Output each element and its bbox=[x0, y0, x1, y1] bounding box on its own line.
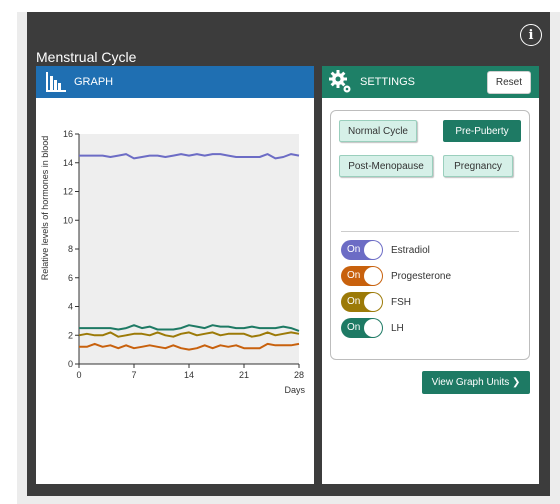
y-tick-label: 0 bbox=[68, 359, 73, 369]
bar-chart-icon bbox=[46, 72, 66, 92]
toggle-knob bbox=[364, 319, 382, 337]
settings-header-label: SETTINGS bbox=[360, 76, 416, 88]
y-tick-label: 10 bbox=[63, 215, 73, 225]
graph-panel: GRAPH 0 2 4 6 8 10 12 14 16 0 7 14 21 28 Days Relative … bbox=[36, 66, 314, 484]
y-tick-label: 8 bbox=[68, 244, 73, 254]
estradiol-label: Estradiol bbox=[391, 244, 430, 256]
toggle-state: On bbox=[347, 296, 361, 307]
settings-header: SETTINGS Reset bbox=[322, 66, 539, 98]
reset-button[interactable]: Reset bbox=[486, 71, 531, 94]
toggle-state: On bbox=[347, 270, 361, 281]
x-tick-label: 14 bbox=[184, 370, 194, 380]
toggle-state: On bbox=[347, 244, 361, 255]
pre-puberty-button[interactable]: Pre-Puberty bbox=[443, 120, 521, 142]
progesterone-toggle[interactable]: On bbox=[341, 266, 383, 286]
post-menopause-button[interactable]: Post-Menopause bbox=[339, 155, 433, 177]
graph-header-label: GRAPH bbox=[74, 76, 114, 88]
toggle-knob bbox=[364, 267, 382, 285]
estradiol-toggle[interactable]: On bbox=[341, 240, 383, 260]
pregnancy-button[interactable]: Pregnancy bbox=[443, 155, 513, 177]
hormone-chart: 0 2 4 6 8 10 12 14 16 0 7 14 21 28 Days Relative levels… bbox=[40, 129, 305, 395]
progesterone-label: Progesterone bbox=[391, 270, 452, 282]
plot-area bbox=[79, 134, 299, 364]
fsh-toggle[interactable]: On bbox=[341, 292, 383, 312]
settings-panel: SETTINGS Reset Normal Cycle Pre-Puberty … bbox=[322, 66, 539, 484]
toggle-knob bbox=[364, 241, 382, 259]
info-icon[interactable]: i bbox=[520, 24, 542, 46]
progesterone-row: On Progesterone bbox=[341, 266, 451, 286]
lh-label: LH bbox=[391, 322, 404, 334]
estradiol-row: On Estradiol bbox=[341, 240, 430, 260]
divider bbox=[341, 231, 519, 232]
cycle-options-box: Normal Cycle Pre-Puberty Post-Menopause … bbox=[330, 110, 530, 360]
page-title: Menstrual Cycle bbox=[36, 49, 137, 65]
y-tick-label: 12 bbox=[63, 187, 73, 197]
y-tick-label: 14 bbox=[63, 158, 73, 168]
toggle-knob bbox=[364, 293, 382, 311]
y-tick-label: 4 bbox=[68, 302, 73, 312]
fsh-label: FSH bbox=[391, 296, 411, 308]
x-axis-label: Days bbox=[284, 385, 305, 395]
gears-icon bbox=[329, 70, 351, 93]
x-tick-label: 0 bbox=[76, 370, 81, 380]
normal-cycle-button[interactable]: Normal Cycle bbox=[339, 120, 417, 142]
y-tick-label: 2 bbox=[68, 330, 73, 340]
toggle-state: On bbox=[347, 322, 361, 333]
view-graph-units-button[interactable]: View Graph Units ❯ bbox=[422, 371, 530, 394]
y-tick-label: 16 bbox=[63, 129, 73, 139]
x-tick-label: 28 bbox=[294, 370, 304, 380]
x-tick-label: 7 bbox=[131, 370, 136, 380]
y-axis-label: Relative levels of hormones in blood bbox=[40, 136, 50, 281]
lh-row: On LH bbox=[341, 318, 404, 338]
lh-toggle[interactable]: On bbox=[341, 318, 383, 338]
y-tick-label: 6 bbox=[68, 273, 73, 283]
fsh-row: On FSH bbox=[341, 292, 411, 312]
graph-header: GRAPH bbox=[36, 66, 314, 98]
x-tick-label: 21 bbox=[239, 370, 249, 380]
